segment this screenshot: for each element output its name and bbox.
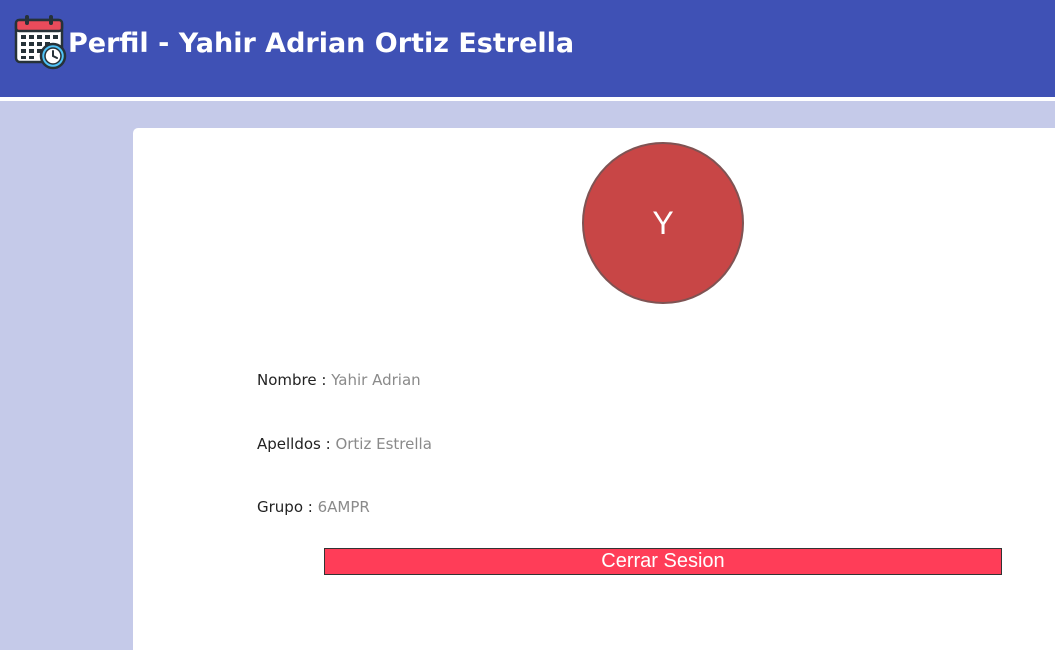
- profile-card: Y Nombre : Yahir Adrian Apelldos : Ortiz…: [133, 128, 1055, 650]
- name-label: Nombre :: [257, 371, 332, 389]
- logout-button[interactable]: Cerrar Sesion: [324, 548, 1002, 575]
- app-header: Perfil - Yahir Adrian Ortiz Estrella: [0, 0, 1055, 97]
- surname-value: Ortiz Estrella: [335, 435, 432, 453]
- name-value: Yahir Adrian: [331, 371, 421, 389]
- surname-field: Apelldos : Ortiz Estrella: [257, 434, 432, 454]
- surname-label: Apelldos :: [257, 435, 336, 453]
- header-divider: [0, 97, 1055, 101]
- name-field: Nombre : Yahir Adrian: [257, 370, 421, 390]
- page-title: Perfil - Yahir Adrian Ortiz Estrella: [68, 28, 575, 59]
- avatar: Y: [582, 142, 744, 304]
- group-label: Grupo :: [257, 498, 318, 516]
- calendar-clock-icon: [14, 15, 67, 70]
- group-field: Grupo : 6AMPR: [257, 497, 370, 517]
- group-value: 6AMPR: [317, 498, 370, 516]
